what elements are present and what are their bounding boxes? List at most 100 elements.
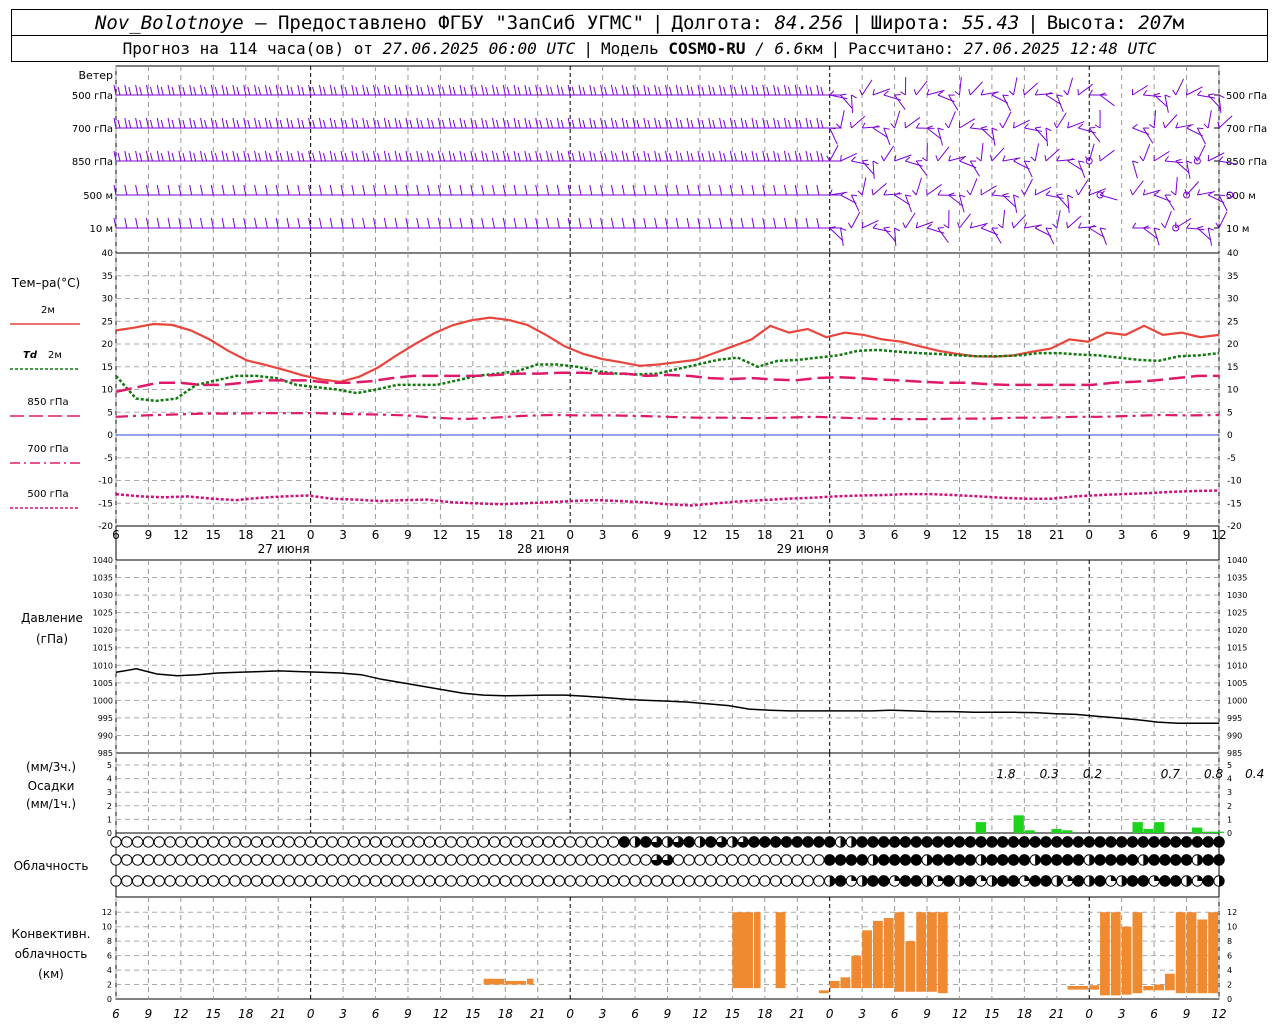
wind-barb xyxy=(883,127,891,146)
cloud-cover-symbol xyxy=(218,875,230,887)
cloud-cover-symbol xyxy=(683,875,695,887)
cloud-cover-symbol xyxy=(477,875,490,887)
wind-barb xyxy=(1067,157,1084,171)
cloud-cover-symbol xyxy=(586,875,598,887)
precip-bar xyxy=(975,822,987,833)
cloud-cover-symbol xyxy=(640,836,652,848)
cloud-cover-symbol xyxy=(218,854,230,866)
wind-barb-feather xyxy=(452,86,456,96)
wind-barb-feather xyxy=(669,119,672,129)
wind-barb xyxy=(1063,77,1074,96)
wind-barb-feather xyxy=(686,84,690,96)
wind-barb-shaft xyxy=(861,160,875,175)
time-tick-label-bottom: 18 xyxy=(1017,1007,1033,1021)
cloud-circle xyxy=(283,875,295,887)
wind-barb-feather xyxy=(829,90,835,96)
wind-barb xyxy=(1077,160,1086,178)
wind-barb-feather xyxy=(416,184,420,196)
cloud-cover-symbol xyxy=(510,836,522,848)
wind-barb-feather xyxy=(124,184,128,196)
convective-bar xyxy=(927,912,937,992)
wind-barb-feather xyxy=(333,152,337,162)
wind-barb-feather xyxy=(431,86,435,96)
wind-barb-feather xyxy=(448,117,452,129)
cloud-circle xyxy=(348,854,360,866)
wind-barb-shaft xyxy=(840,194,857,204)
wind-barb-feather xyxy=(225,86,229,96)
cloud-fill xyxy=(1035,854,1041,866)
wind-barb-feather xyxy=(805,184,809,196)
time-tick-label: 6 xyxy=(372,528,380,542)
wind-barb-feather xyxy=(485,86,489,96)
cloud-cover-symbol xyxy=(575,854,587,866)
wind-barb-feather xyxy=(851,94,857,99)
cloud-cover-symbol xyxy=(121,875,133,887)
cloud-fill xyxy=(1191,836,1204,848)
wind-barb xyxy=(958,118,976,129)
wind-barb-feather xyxy=(362,150,366,162)
wind-barb-feather xyxy=(1022,88,1025,96)
cloud-cover-symbol xyxy=(142,836,155,848)
wind-barb-feather xyxy=(254,184,258,196)
cloud-circle xyxy=(142,875,155,887)
legend-prefix: Td xyxy=(23,350,38,361)
time-tick-label: 9 xyxy=(1183,528,1191,542)
wind-barb-feather xyxy=(513,150,517,162)
cloud-circle xyxy=(283,836,295,848)
wind-barb-feather xyxy=(798,152,802,162)
wind-barb xyxy=(935,146,950,162)
cloud-circle xyxy=(705,854,717,866)
wind-barb-feather xyxy=(621,184,625,196)
cloud-fill xyxy=(878,875,890,887)
cloud-fill xyxy=(1180,836,1193,848)
cloud-circle xyxy=(434,854,447,866)
wind-barb-feather xyxy=(448,217,452,229)
wind-barb-feather xyxy=(351,117,355,129)
wind-barb-feather xyxy=(286,217,290,229)
cloud-cover-symbol xyxy=(142,875,155,887)
wind-level-label-left: 10 м xyxy=(90,224,113,235)
wind-barb-shaft xyxy=(1143,94,1162,98)
pressure-ytick-right: 990 xyxy=(1227,731,1242,740)
wind-barb xyxy=(991,227,1002,244)
cloud-fill xyxy=(640,836,652,848)
cloud-circle xyxy=(802,854,814,866)
wind-barb-feather xyxy=(394,217,398,229)
wind-barb-feather xyxy=(1023,123,1029,129)
cloud-cover-symbol xyxy=(780,875,793,887)
cloud-cover-symbol xyxy=(272,875,284,887)
wind-barb xyxy=(900,76,907,96)
wind-barb-feather xyxy=(1045,227,1052,230)
time-tick-label: 18 xyxy=(1017,528,1032,542)
wind-barb xyxy=(1011,214,1027,229)
time-tick-label: 15 xyxy=(465,528,480,542)
cloud-circle xyxy=(575,875,587,887)
wind-barb-shaft xyxy=(851,160,870,166)
wind-barb-feather xyxy=(189,84,193,96)
wind-barb-feather xyxy=(1132,124,1138,129)
cloud-cover-symbol xyxy=(456,875,468,887)
wind-barb-feather xyxy=(232,84,236,96)
wind-barb-feather xyxy=(362,84,366,96)
pressure-ytick-right: 1005 xyxy=(1227,679,1247,688)
cloud-cover-symbol xyxy=(532,836,544,848)
cloud-cover-symbol xyxy=(283,836,295,848)
wind-barb-shaft xyxy=(1132,85,1149,96)
wind-barb xyxy=(926,223,945,234)
cloud-fill xyxy=(856,854,868,866)
time-tick-label: 0 xyxy=(566,528,574,542)
pressure-ytick-left: 985 xyxy=(98,749,113,758)
cloud-circle xyxy=(791,854,803,866)
cloud-circle xyxy=(250,854,263,866)
cloud-circle xyxy=(153,836,165,848)
cloud-cover-symbol xyxy=(1051,836,1063,848)
precip-total-label: 0.3 xyxy=(1040,767,1059,781)
wind-barb-feather xyxy=(301,119,305,129)
cloud-cover-symbol xyxy=(564,836,576,848)
cloud-circle xyxy=(121,875,133,887)
wind-barb-shaft xyxy=(915,177,922,196)
wind-barb-feather xyxy=(268,86,272,96)
wind-barb-feather xyxy=(777,152,781,162)
cloud-circle xyxy=(207,854,220,866)
cloud-fill xyxy=(1137,875,1149,887)
